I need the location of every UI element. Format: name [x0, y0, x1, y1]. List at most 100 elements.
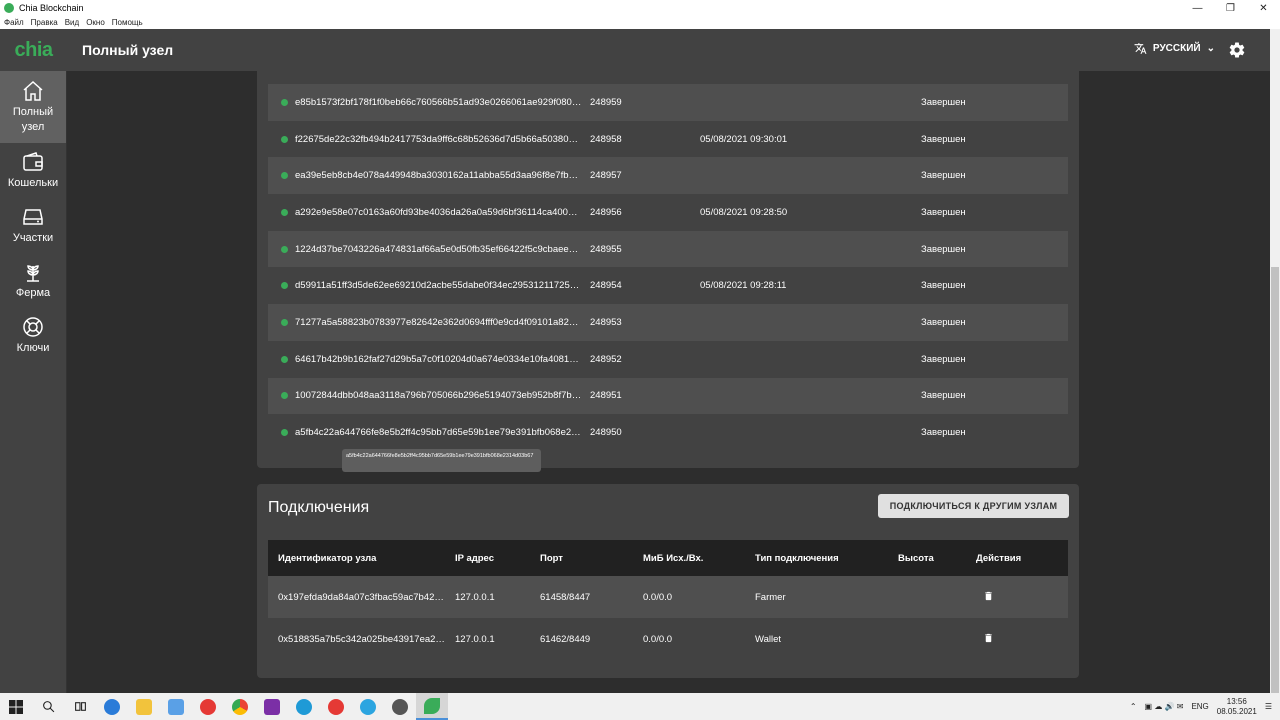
minimize-icon[interactable]: —: [1181, 0, 1214, 16]
taskbar-app-chia-icon[interactable]: [416, 693, 448, 720]
taskbar-app-qbittorrent-icon[interactable]: [96, 693, 128, 720]
maximize-icon[interactable]: ❐: [1214, 0, 1247, 16]
sidebar-item-farm[interactable]: Ферма: [0, 253, 66, 308]
block-height: 248957: [590, 170, 622, 182]
window-titlebar: Chia Blockchain — ❐ ✕: [0, 0, 1280, 16]
farm-icon: [27, 265, 39, 282]
block-time: 05/08/2021 09:28:11: [700, 280, 787, 292]
search-icon[interactable]: [32, 693, 64, 720]
wallet-icon: [23, 152, 43, 171]
block-hash[interactable]: a5fb4c22a644766fe8e5b2ff4c95bb7d65e59b1e…: [295, 427, 590, 438]
header-height: Высота: [898, 552, 934, 564]
tray-app-icons[interactable]: ▣ ☁ 🔊 ✉: [1145, 702, 1184, 711]
taskbar-clock[interactable]: 13:56 08.05.2021: [1217, 697, 1257, 717]
status-dot-icon: [281, 135, 288, 143]
scrollbar-thumb[interactable]: [1271, 267, 1279, 693]
block-state: Завершен: [921, 170, 966, 182]
table-row[interactable]: ea39e5eb8cb4e078a449948ba3030162a11abba5…: [268, 157, 1068, 195]
menu-window[interactable]: Окно: [86, 18, 105, 27]
taskbar-app-telegram-icon[interactable]: [352, 693, 384, 720]
task-view-icon[interactable]: [64, 693, 96, 720]
block-hash[interactable]: e85b1573f2bf178f1f0beb66c760566b51ad93e0…: [295, 97, 590, 108]
taskbar-app-browser-icon[interactable]: [320, 693, 352, 720]
taskbar-app-media-icon[interactable]: [192, 693, 224, 720]
language-label: РУССКИЙ: [1152, 43, 1201, 54]
table-row[interactable]: 1224d37be7043226a474831af66a5e0d50fb35ef…: [268, 230, 1068, 268]
table-row[interactable]: 10072844dbb048aa3118a796b705066b296e5194…: [268, 377, 1068, 415]
connection-type: Wallet: [755, 633, 782, 645]
block-state: Завершен: [921, 427, 966, 439]
status-dot-icon: [281, 245, 288, 253]
status-dot-icon: [281, 208, 288, 216]
blocks-card: e85b1573f2bf178f1f0beb66c760566b51ad93e0…: [257, 71, 1079, 468]
close-icon[interactable]: ✕: [1247, 0, 1280, 16]
block-height: 248955: [590, 243, 622, 255]
block-hash[interactable]: 64617b42b9b162faf27d29b5a7c0f10204d0a674…: [295, 354, 590, 365]
menu-help[interactable]: Помощь: [112, 18, 143, 27]
node-ip: 127.0.0.1: [455, 633, 495, 645]
delete-icon[interactable]: [983, 590, 994, 602]
sidebar-item-wallets[interactable]: Кошельки: [0, 143, 66, 198]
menu-view[interactable]: Вид: [65, 18, 79, 27]
connect-to-other-peers-button[interactable]: ПОДКЛЮЧИТЬСЯ К ДРУГИМ УЗЛАМ: [878, 494, 1069, 518]
status-dot-icon: [281, 318, 288, 326]
taskbar-app-settings-icon[interactable]: [384, 693, 416, 720]
block-hash[interactable]: a292e9e58e07c0163a60fd93be4036da26a0a59d…: [295, 207, 590, 218]
sidebar-item-label: Ключи: [16, 342, 50, 354]
chevron-down-icon: ⌄: [1206, 43, 1215, 54]
taskbar-app-files-icon[interactable]: [160, 693, 192, 720]
table-row[interactable]: e85b1573f2bf178f1f0beb66c760566b51ad93e0…: [268, 84, 1068, 121]
table-row[interactable]: a5fb4c22a644766fe8e5b2ff4c95bb7d65e59b1e…: [268, 414, 1068, 451]
sidebar-item-label: Ферма: [15, 287, 51, 299]
delete-icon[interactable]: [983, 632, 994, 644]
menubar: Файл Правка Вид Окно Помощь: [0, 16, 1280, 29]
main-scrollbar[interactable]: [1270, 29, 1280, 693]
status-dot-icon: [281, 355, 288, 363]
clock-time: 13:56: [1226, 696, 1247, 706]
block-height: 248952: [590, 353, 622, 365]
block-hash[interactable]: 71277a5a58823b0783977e82642e362d0694fff0…: [295, 317, 590, 328]
node-mib: 0.0/0.0: [643, 591, 673, 603]
table-row[interactable]: d59911a51ff3d5de62ee69210d2acbe55dabe0f3…: [268, 267, 1068, 305]
block-state: Завершен: [921, 243, 966, 255]
notifications-icon[interactable]: ☰: [1265, 702, 1272, 711]
sidebar-item-keys[interactable]: Ключи: [0, 308, 66, 363]
keyboard-language[interactable]: ENG: [1191, 702, 1208, 711]
block-height: 248950: [590, 427, 622, 439]
table-row[interactable]: 71277a5a58823b0783977e82642e362d0694fff0…: [268, 304, 1068, 341]
table-row[interactable]: 64617b42b9b162faf27d29b5a7c0f10204d0a674…: [268, 340, 1068, 378]
tray-chevron-up-icon[interactable]: ⌃: [1130, 702, 1137, 711]
table-row: 0x197efda9da84a07c3fbac59ac7b42… 127.0.0.…: [268, 576, 1068, 618]
table-row[interactable]: a292e9e58e07c0163a60fd93be4036da26a0a59d…: [268, 194, 1068, 231]
block-hash[interactable]: 10072844dbb048aa3118a796b705066b296e5194…: [295, 390, 590, 401]
windows-start-icon[interactable]: [0, 693, 32, 720]
language-selector[interactable]: РУССКИЙ ⌄: [1134, 42, 1215, 55]
block-height: 248954: [590, 280, 622, 292]
sidebar-item-plots[interactable]: Участки: [0, 198, 66, 253]
block-hash[interactable]: d59911a51ff3d5de62ee69210d2acbe55dabe0f3…: [295, 280, 590, 291]
taskbar-app-edge-icon[interactable]: [288, 693, 320, 720]
gear-icon[interactable]: [1228, 41, 1246, 59]
menu-file[interactable]: Файл: [4, 18, 24, 27]
node-id[interactable]: 0x197efda9da84a07c3fbac59ac7b42…: [268, 592, 455, 603]
block-state: Завершен: [921, 96, 966, 108]
header-mib: МиБ Исх./Вх.: [643, 552, 704, 564]
block-hash[interactable]: ea39e5eb8cb4e078a449948ba3030162a11abba5…: [295, 170, 590, 181]
sidebar-item-full-node[interactable]: Полный узел: [0, 71, 66, 143]
header-ip: IP адрес: [455, 552, 495, 564]
sidebar-item-label: Участки: [12, 232, 54, 244]
node-id[interactable]: 0x518835a7b5c342a025be43917ea2…: [268, 634, 455, 645]
menu-edit[interactable]: Правка: [31, 18, 58, 27]
block-hash[interactable]: 1224d37be7043226a474831af66a5e0d50fb35ef…: [295, 244, 590, 255]
app-header: chia Полный узел РУССКИЙ ⌄: [0, 29, 1270, 71]
taskbar-app-explorer-icon[interactable]: [128, 693, 160, 720]
node-port: 61458/8447: [540, 591, 591, 603]
status-dot-icon: [281, 172, 288, 180]
status-dot-icon: [281, 429, 288, 437]
lifebuoy-icon: [23, 317, 43, 337]
table-row[interactable]: f22675de22c32fb494b2417753da9ff6c68b5263…: [268, 120, 1068, 158]
node-port: 61462/8449: [540, 633, 591, 645]
taskbar-app-chrome-icon[interactable]: [224, 693, 256, 720]
taskbar-app-onenote-icon[interactable]: [256, 693, 288, 720]
block-hash[interactable]: f22675de22c32fb494b2417753da9ff6c68b5263…: [295, 134, 590, 145]
